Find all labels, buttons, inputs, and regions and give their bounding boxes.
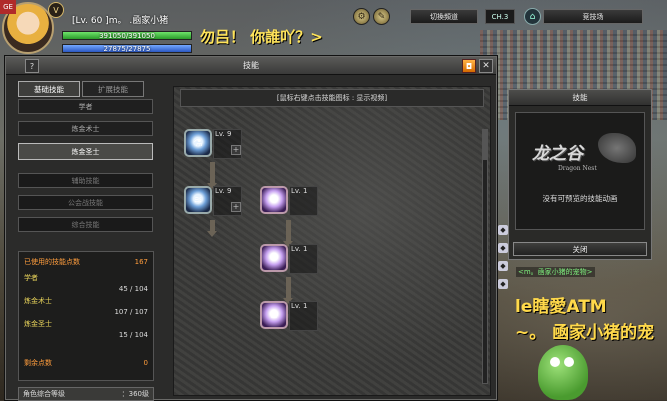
character-level-strip: 角色综合等级 ：360级: [18, 387, 154, 401]
side-icon[interactable]: ◆: [498, 243, 508, 253]
skill-link-arrow: [283, 277, 293, 304]
job-adept[interactable]: 炼金圣士: [18, 143, 153, 160]
skill-window-title: 技能: [243, 61, 259, 70]
dragon-nest-logo: 龙之谷 Dragon Nest: [526, 133, 636, 183]
chat-overlay-line: le瞎愛ATM: [515, 297, 607, 317]
skill-tabs: 基础技能 扩展技能: [18, 81, 144, 97]
stat-row-label: 炼金圣士: [24, 320, 52, 328]
skill-slot[interactable]: ♜ Lv. 1: [260, 301, 318, 335]
skill-tree-panel: [鼠标右键点击技能图标 : 显示视频] ⚗ Lv. 9 + ≋ Lv. 9 + …: [173, 86, 491, 396]
green-dino-pet: [538, 345, 588, 400]
skill-slot[interactable]: ✸ Lv. 1: [260, 244, 318, 278]
remaining-points-value: 0: [143, 359, 148, 367]
character-level-label: 角色综合等级: [23, 390, 65, 398]
preview-title: 技能: [509, 90, 651, 106]
stat-row-value: 15 / 104: [118, 331, 148, 339]
hp-text: 391050/391050: [99, 32, 155, 40]
skill-link-arrow: [207, 220, 217, 237]
job-general-skills[interactable]: 综合技能: [18, 217, 153, 232]
side-icon[interactable]: ◆: [498, 225, 508, 235]
used-points-label: 已使用的技能点数: [24, 258, 80, 266]
no-preview-message: 没有可预览的技能动画: [542, 194, 618, 203]
video-hint: [鼠标右键点击技能图标 : 显示视频]: [180, 89, 484, 107]
job-scholar[interactable]: 学者: [18, 99, 153, 114]
stat-row-value: 107 / 107: [114, 308, 148, 316]
stat-row-label: 学者: [24, 274, 38, 282]
pen-icon[interactable]: ✎: [373, 8, 390, 25]
tab-extended-skills[interactable]: 扩展技能: [82, 81, 144, 97]
help-button[interactable]: ?: [25, 59, 39, 73]
hp-bar: 391050/391050: [62, 31, 192, 40]
skill-link-arrow: [283, 220, 293, 247]
skill-level-up-button[interactable]: +: [231, 145, 241, 155]
stat-row-value: 45 / 104: [118, 285, 148, 293]
wave-skill-icon[interactable]: ≋: [184, 186, 212, 214]
burst-skill-icon[interactable]: ✸: [260, 244, 288, 272]
stat-row-label: 炼金术士: [24, 297, 52, 305]
character-name: [Lv. 60 ]m。 .凾家小猪: [72, 16, 169, 26]
chat-bubble-message: 勿吕！ 你誰吖？>: [200, 28, 323, 46]
dragon-wing-icon: [598, 133, 636, 163]
remaining-points-label: 剩余点数: [24, 359, 52, 367]
side-icon-column: ◆ ◆ ◆ ◆: [498, 225, 510, 297]
skill-link-arrow: [207, 162, 217, 189]
job-support-skills[interactable]: 辅助技能: [18, 173, 153, 188]
arena-button[interactable]: 竞技场: [543, 9, 643, 24]
skill-slot[interactable]: ≋ Lv. 9 +: [184, 186, 242, 220]
chat-overlay-line: ~。 凾家小猪的宠: [515, 323, 655, 343]
skill-slot[interactable]: ⚗ Lv. 9 +: [184, 129, 242, 163]
character-level-value: ：360级: [121, 390, 149, 398]
skill-slot[interactable]: ✦ Lv. 1: [260, 186, 318, 220]
skill-preview-panel: 技能 龙之谷 Dragon Nest 没有可预览的技能动画 关闭: [508, 89, 652, 260]
skill-window: ? 技能 ◘ ✕ 基础技能 扩展技能 学者 炼金术士 炼金圣士 辅助技能 公会战…: [5, 56, 497, 401]
side-icon[interactable]: ◆: [498, 261, 508, 271]
close-button[interactable]: ✕: [479, 59, 493, 73]
channel-label: CH.3: [485, 9, 515, 24]
skill-points-panel: 已使用的技能点数 167 学者 45 / 104 炼金术士 107 / 107 …: [18, 251, 154, 381]
potion-skill-icon[interactable]: ⚗: [184, 129, 212, 157]
pet-name-tag: <m。凾家小猪的宠物>: [516, 267, 595, 277]
side-icon[interactable]: ◆: [498, 279, 508, 289]
preview-close-button[interactable]: 关闭: [513, 242, 647, 256]
skill-level: Lv. 1: [291, 245, 308, 253]
scrollbar-thumb[interactable]: [483, 130, 487, 160]
skill-window-titlebar[interactable]: ? 技能 ◘ ✕: [6, 57, 496, 75]
crystal-skill-icon[interactable]: ✦: [260, 186, 288, 214]
game-logo-badge: GE: [0, 0, 16, 14]
skill-level: Lv. 9: [215, 187, 232, 195]
logo-cn-text: 龙之谷: [532, 144, 583, 164]
job-alchemist[interactable]: 炼金术士: [18, 121, 153, 136]
mp-text: 27875/27875: [103, 45, 151, 53]
orange-toggle-icon[interactable]: ◘: [462, 59, 476, 73]
preview-video-area: 龙之谷 Dragon Nest 没有可预览的技能动画: [515, 112, 645, 230]
switch-channel-button[interactable]: 切換頻道: [410, 9, 478, 24]
skill-level: Lv. 1: [291, 302, 308, 310]
vip-badge[interactable]: V: [48, 2, 64, 18]
job-guild-war-skills[interactable]: 公会战技能: [18, 195, 153, 210]
home-icon[interactable]: ⌂: [524, 8, 541, 25]
logo-en-text: Dragon Nest: [558, 165, 597, 172]
skill-level-up-button[interactable]: +: [231, 202, 241, 212]
skill-level: Lv. 1: [291, 187, 308, 195]
used-points-value: 167: [134, 258, 148, 266]
skill-level: Lv. 9: [215, 130, 232, 138]
tab-basic-skills[interactable]: 基础技能: [18, 81, 80, 97]
skill-tree-scrollbar[interactable]: [482, 129, 488, 384]
flask-skill-icon[interactable]: ♜: [260, 301, 288, 329]
mp-bar: 27875/27875: [62, 44, 192, 53]
settings-gear-icon[interactable]: ⚙: [353, 8, 370, 25]
job-list: 学者 炼金术士 炼金圣士 辅助技能 公会战技能 综合技能: [18, 99, 153, 239]
